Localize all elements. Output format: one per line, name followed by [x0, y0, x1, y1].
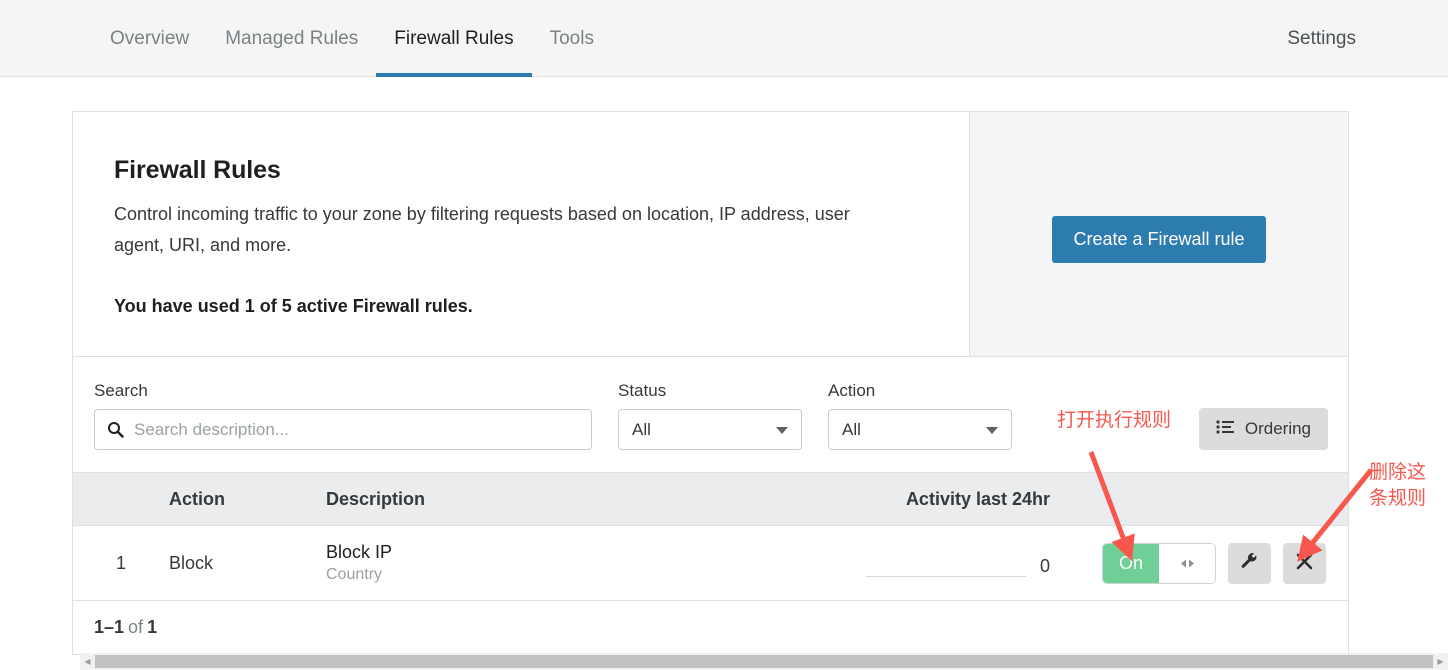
tab-managed-rules-label: Managed Rules [225, 27, 359, 49]
column-header-action: Action [169, 488, 225, 509]
search-input[interactable] [132, 418, 581, 441]
nav-settings-label: Settings [1287, 27, 1356, 49]
search-label: Search [94, 381, 148, 400]
chevron-down-icon [776, 426, 788, 434]
pagination-total: 1 [147, 617, 158, 637]
tab-overview-label: Overview [110, 27, 190, 49]
nav-settings-link[interactable]: Settings [1287, 0, 1356, 77]
card-header-text: Firewall Rules Control incoming traffic … [73, 112, 970, 356]
wrench-icon [1240, 552, 1259, 574]
nav-tab-list: Overview Managed Rules Firewall Rules To… [92, 0, 612, 77]
table-header-row: Action Description Activity last 24hr [73, 473, 1348, 526]
row-controls: On [1050, 542, 1348, 584]
page-description: Control incoming traffic to your zone by… [114, 204, 850, 255]
scroll-right-arrow-icon[interactable]: ▶ [1433, 653, 1448, 670]
annotation-delete-note: 删除这 条规则 [1369, 461, 1427, 509]
row-description-sub: Country [326, 565, 383, 583]
create-firewall-rule-button[interactable]: Create a Firewall rule [1052, 216, 1266, 263]
tab-firewall-rules-label: Firewall Rules [394, 27, 514, 49]
table-pagination: 1–1 of 1 [73, 601, 1348, 654]
tab-overview[interactable]: Overview [92, 0, 207, 77]
rule-enabled-toggle[interactable]: On [1102, 542, 1216, 584]
activity-value: 0 [1039, 556, 1050, 576]
status-select[interactable]: All [618, 409, 802, 450]
rules-usage-text: You have used 1 of 5 active Firewall rul… [114, 296, 473, 316]
tab-firewall-rules[interactable]: Firewall Rules [376, 0, 532, 77]
action-filter-group: Action All [828, 381, 1012, 450]
horizontal-scrollbar[interactable]: ◀ ▶ [80, 653, 1448, 670]
scrollbar-thumb[interactable] [95, 655, 1433, 668]
tab-tools[interactable]: Tools [532, 0, 612, 77]
status-filter-group: Status All [618, 381, 802, 450]
column-header-activity: Activity last 24hr [905, 488, 1050, 509]
activity-sparkline [865, 547, 1026, 577]
toggle-on-label[interactable]: On [1103, 543, 1159, 583]
card-header-action: Create a Firewall rule [970, 112, 1348, 356]
list-ordered-icon [1216, 419, 1234, 439]
row-action: Block [169, 552, 214, 573]
ordering-button[interactable]: Ordering [1198, 408, 1328, 450]
top-navigation-bar: Overview Managed Rules Firewall Rules To… [0, 0, 1448, 77]
status-select-value: All [632, 419, 651, 439]
row-number: 1 [115, 552, 126, 573]
pagination-of: of [128, 617, 144, 637]
search-field-group: Search [94, 381, 592, 450]
card-header-section: Firewall Rules Control incoming traffic … [73, 112, 1348, 357]
ordering-button-label: Ordering [1244, 419, 1311, 438]
table-row: 1 Block Block IP Country 0 On [73, 526, 1348, 601]
page-title: Firewall Rules [114, 156, 281, 184]
delete-rule-button[interactable] [1283, 542, 1326, 584]
pagination-range: 1–1 [94, 617, 125, 637]
row-description: Block IP Country [326, 541, 790, 586]
tab-tools-label: Tools [549, 27, 594, 49]
chevron-down-icon [986, 426, 998, 434]
edit-rule-button[interactable] [1228, 542, 1271, 584]
action-label: Action [828, 381, 876, 400]
action-select-value: All [842, 419, 861, 439]
scroll-left-arrow-icon[interactable]: ◀ [80, 653, 95, 670]
row-description-main: Block IP [326, 541, 393, 562]
close-x-icon [1296, 553, 1313, 573]
left-right-arrows-icon[interactable] [1159, 543, 1215, 583]
status-label: Status [618, 381, 667, 400]
action-select[interactable]: All [828, 409, 1012, 450]
column-header-description: Description [326, 488, 426, 509]
row-activity: 0 [790, 547, 1050, 579]
search-box[interactable] [94, 409, 592, 450]
firewall-rules-card: Firewall Rules Control incoming traffic … [72, 111, 1349, 655]
search-icon [107, 421, 124, 438]
filter-toolbar: Search Status All Action All [73, 357, 1348, 473]
tab-managed-rules[interactable]: Managed Rules [207, 0, 376, 77]
